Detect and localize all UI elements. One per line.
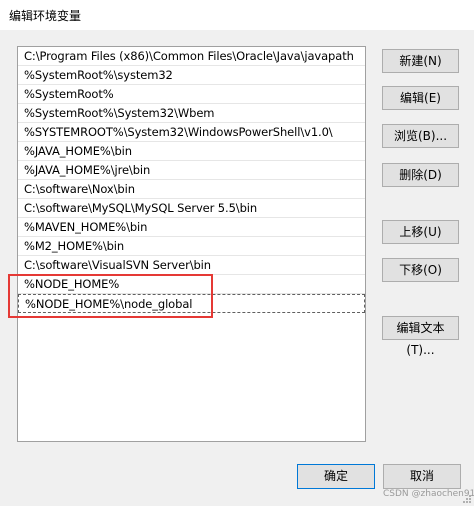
list-item[interactable]: %JAVA_HOME%\jre\bin [18,161,365,180]
list-item[interactable]: C:\software\VisualSVN Server\bin [18,256,365,275]
title-bar[interactable]: 编辑环境变量 [0,0,474,30]
new-button[interactable]: 新建(N) [382,49,459,73]
list-item[interactable]: %NODE_HOME% [18,275,365,294]
list-item[interactable]: %M2_HOME%\bin [18,237,365,256]
list-item[interactable]: C:\Program Files (x86)\Common Files\Orac… [18,47,365,66]
edit-text-button[interactable]: 编辑文本(T)... [382,316,459,357]
list-item[interactable]: %SYSTEMROOT%\System32\WindowsPowerShell\… [18,123,365,142]
resize-grip-icon[interactable] [462,494,472,504]
list-item-editing[interactable]: %NODE_HOME%\node_global [18,294,365,313]
cancel-button[interactable]: 取消 [383,464,461,489]
move-down-button[interactable]: 下移(O) [382,258,459,282]
window-title: 编辑环境变量 [9,9,82,23]
list-item[interactable]: %JAVA_HOME%\bin [18,142,365,161]
list-item[interactable]: C:\software\Nox\bin [18,180,365,199]
list-item[interactable]: %SystemRoot% [18,85,365,104]
watermark-text: CSDN @zhaochen91Y [383,489,474,499]
path-list[interactable]: C:\Program Files (x86)\Common Files\Orac… [17,46,366,442]
list-item[interactable]: %SystemRoot%\System32\Wbem [18,104,365,123]
list-item[interactable]: %MAVEN_HOME%\bin [18,218,365,237]
list-item[interactable]: %SystemRoot%\system32 [18,66,365,85]
ok-button[interactable]: 确定 [297,464,375,489]
browse-button[interactable]: 浏览(B)... [382,124,459,148]
list-item[interactable]: C:\software\MySQL\MySQL Server 5.5\bin [18,199,365,218]
move-up-button[interactable]: 上移(U) [382,220,459,244]
edit-button[interactable]: 编辑(E) [382,86,459,110]
delete-button[interactable]: 删除(D) [382,163,459,187]
